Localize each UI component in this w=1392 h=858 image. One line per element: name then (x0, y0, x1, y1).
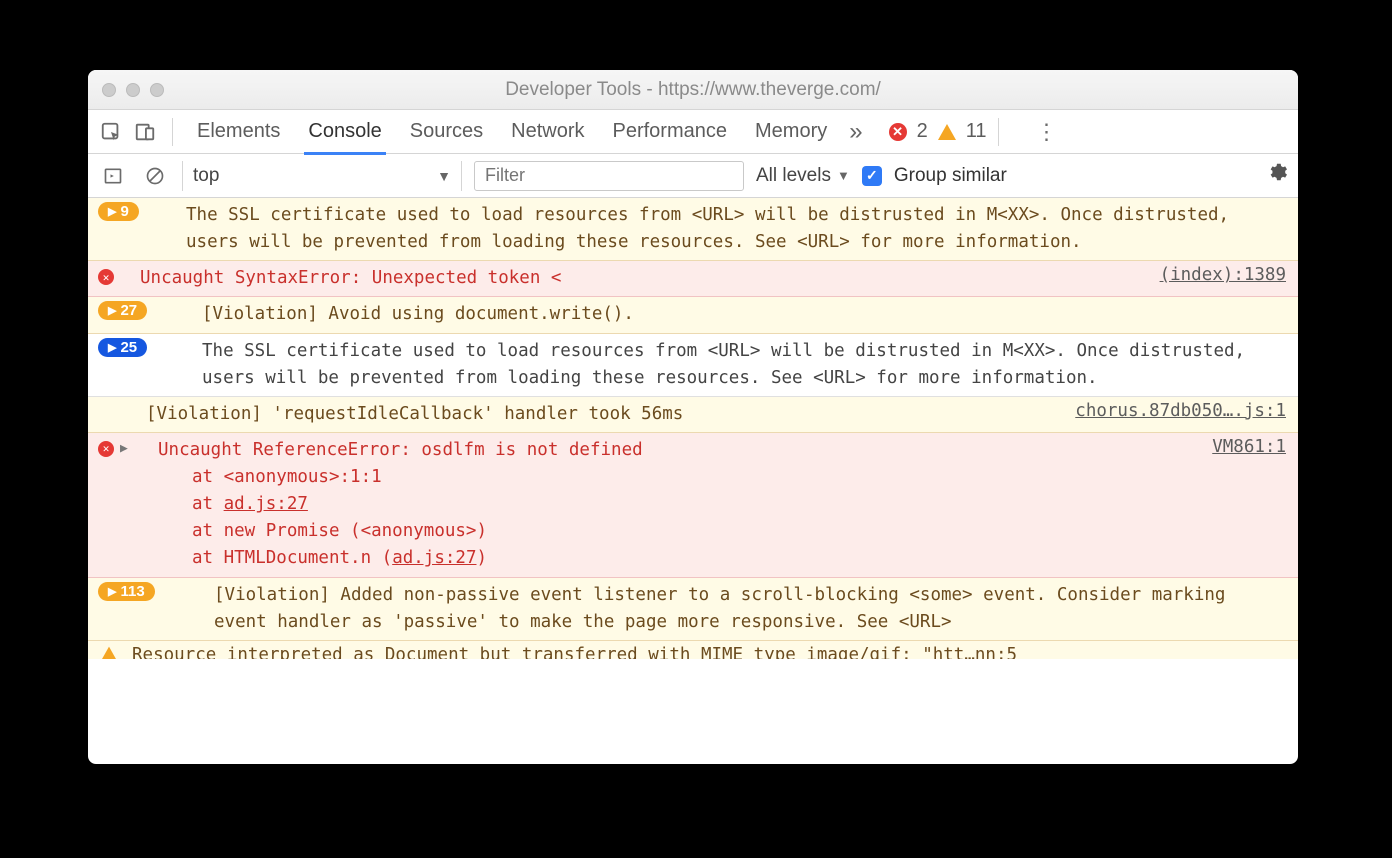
devtools-window: Developer Tools - https://www.theverge.c… (88, 70, 1298, 764)
chevron-down-icon: ▼ (437, 168, 451, 184)
error-icon: ✕ (98, 441, 114, 457)
separator (172, 118, 173, 146)
console-message[interactable]: ✕ Uncaught SyntaxError: Unexpected token… (88, 261, 1298, 297)
devtools-tabbar: Elements Console Sources Network Perform… (88, 110, 1298, 154)
warning-count: 11 (966, 120, 987, 143)
stack-source-link[interactable]: ad.js:27 (224, 494, 308, 514)
levels-label: All levels (756, 165, 831, 187)
message-text: [Violation] 'requestIdleCallback' handle… (140, 401, 1061, 428)
group-count-pill[interactable]: ▶113 (98, 582, 155, 601)
console-message[interactable]: ▶9 The SSL certificate used to load reso… (88, 198, 1298, 261)
group-similar-checkbox[interactable]: ✓ (862, 166, 882, 186)
message-text: Uncaught ReferenceError: osdlfm is not d… (158, 437, 1190, 464)
expand-icon: ▶ (108, 304, 116, 317)
titlebar: Developer Tools - https://www.theverge.c… (88, 70, 1298, 110)
window-title: Developer Tools - https://www.theverge.c… (88, 79, 1298, 101)
clear-console-icon[interactable] (140, 161, 170, 191)
separator (998, 118, 999, 146)
device-toggle-icon[interactable] (130, 117, 160, 147)
chevron-down-icon: ▼ (837, 168, 850, 183)
tab-performance[interactable]: Performance (613, 110, 728, 154)
group-count-pill[interactable]: ▶25 (98, 338, 147, 357)
context-value: top (193, 165, 219, 187)
tab-elements[interactable]: Elements (197, 110, 280, 154)
error-badge-icon: ✕ (889, 123, 907, 141)
stack-source-link[interactable]: ad.js:27 (392, 548, 476, 568)
message-text: [Violation] Avoid using document.write()… (196, 301, 1286, 328)
error-icon: ✕ (98, 269, 114, 285)
stack-frame: at HTMLDocument.n (ad.js:27) (158, 545, 1190, 572)
minimize-dot[interactable] (126, 83, 140, 97)
more-menu-icon[interactable]: ⋮ (1025, 119, 1067, 145)
stack-frame: at ad.js:27 (158, 491, 1190, 518)
message-source-link[interactable]: chorus.87db050….js:1 (1061, 401, 1286, 421)
tabs-overflow-icon[interactable]: » (849, 118, 862, 146)
message-text: The SSL certificate used to load resourc… (196, 338, 1286, 392)
context-selector[interactable]: top ▼ (182, 161, 462, 191)
console-settings-icon[interactable] (1266, 161, 1288, 190)
message-source-link[interactable]: (index):1389 (1146, 265, 1286, 285)
expand-icon: ▶ (108, 585, 116, 598)
console-log-area: ▶9 The SSL certificate used to load reso… (88, 198, 1298, 764)
group-count-pill[interactable]: ▶27 (98, 301, 147, 320)
inspect-element-icon[interactable] (96, 117, 126, 147)
panel-tabs: Elements Console Sources Network Perform… (185, 110, 827, 154)
message-text: [Violation] Added non-passive event list… (208, 582, 1286, 636)
expand-icon: ▶ (108, 341, 116, 354)
tab-memory[interactable]: Memory (755, 110, 827, 154)
message-body: Uncaught ReferenceError: osdlfm is not d… (152, 437, 1198, 573)
tab-network[interactable]: Network (511, 110, 584, 154)
close-dot[interactable] (102, 83, 116, 97)
console-message[interactable]: ▶113 [Violation] Added non-passive event… (88, 578, 1298, 641)
stack-frame: at <anonymous>:1:1 (158, 464, 1190, 491)
console-message[interactable]: ▶27 [Violation] Avoid using document.wri… (88, 297, 1298, 333)
message-text: Uncaught SyntaxError: Unexpected token < (134, 265, 1146, 292)
message-source-link[interactable]: VM861:1 (1198, 437, 1286, 457)
warning-badge-icon (938, 124, 956, 140)
expand-icon: ▶ (108, 205, 116, 218)
group-count-pill[interactable]: ▶9 (98, 202, 139, 221)
log-levels-selector[interactable]: All levels ▼ (756, 165, 850, 187)
toggle-drawer-icon[interactable] (98, 161, 128, 191)
console-message[interactable]: [Violation] 'requestIdleCallback' handle… (88, 397, 1298, 433)
console-message[interactable]: ✕ ▶ Uncaught ReferenceError: osdlfm is n… (88, 433, 1298, 578)
group-similar-label: Group similar (894, 165, 1007, 187)
traffic-lights (88, 83, 164, 97)
tab-sources[interactable]: Sources (410, 110, 483, 154)
status-counts[interactable]: ✕ 2 11 (889, 120, 987, 143)
filter-input[interactable] (474, 161, 744, 191)
expand-stack-icon[interactable]: ▶ (120, 441, 128, 456)
zoom-dot[interactable] (150, 83, 164, 97)
message-text: The SSL certificate used to load resourc… (180, 202, 1286, 256)
stack-frame: at new Promise (<anonymous>) (158, 518, 1190, 545)
tab-console[interactable]: Console (308, 110, 381, 154)
console-message-cutoff: Resource interpreted as Document but tra… (88, 641, 1298, 659)
console-toolbar: top ▼ All levels ▼ ✓ Group similar (88, 154, 1298, 198)
error-count: 2 (917, 120, 928, 143)
warning-icon (102, 646, 116, 658)
console-message[interactable]: ▶25 The SSL certificate used to load res… (88, 334, 1298, 397)
